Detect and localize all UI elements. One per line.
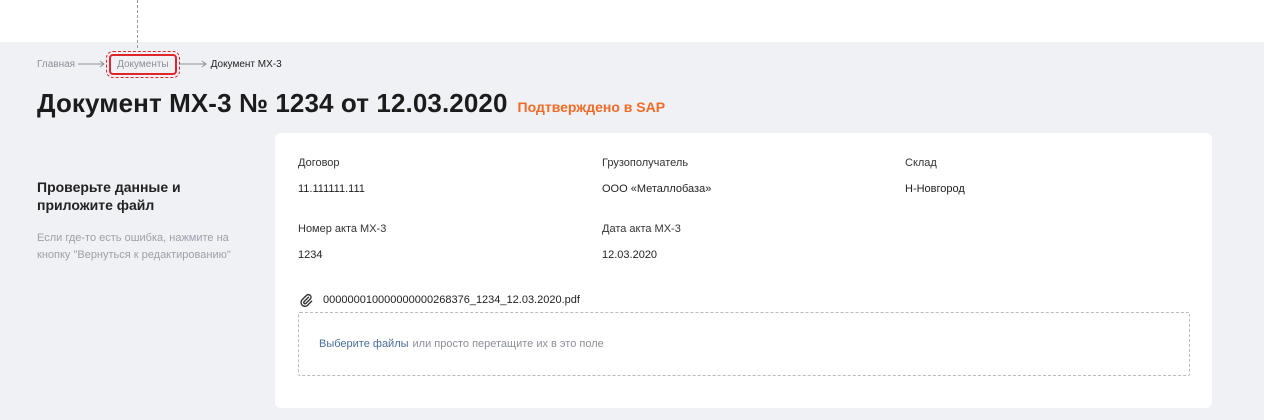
paperclip-icon xyxy=(300,293,313,307)
attached-file-name[interactable]: 000000010000000000268376_1234_12.03.2020… xyxy=(323,294,580,306)
file-dropzone[interactable]: Выберите файлы или просто перетащите их … xyxy=(298,312,1190,376)
field-value: Н-Новгород xyxy=(905,183,965,195)
field-value: 1234 xyxy=(298,249,323,261)
field-label: Грузополучатель xyxy=(602,157,689,169)
breadcrumb: Главная Документы Документ МХ-3 xyxy=(37,50,282,78)
field-label: Дата акта МХ-3 xyxy=(602,223,681,235)
arrow-right-icon xyxy=(77,59,107,69)
page-title: Документ МХ-3 № 1234 от 12.03.2020 xyxy=(37,88,508,118)
document-card: Договор 11.111111.111 Грузополучатель ОО… xyxy=(275,133,1212,408)
instructions-heading: Проверьте данные и приложите файл xyxy=(37,179,181,213)
breadcrumb-home[interactable]: Главная xyxy=(37,59,75,70)
breadcrumb-current: Документ МХ-3 xyxy=(210,58,282,70)
guide-line xyxy=(137,0,138,48)
field-act-date: Дата акта МХ-3 12.03.2020 xyxy=(602,223,681,261)
breadcrumb-documents[interactable]: Документы xyxy=(106,50,180,78)
choose-files-link[interactable]: Выберите файлы xyxy=(319,338,409,350)
title-row: Документ МХ-3 № 1234 от 12.03.2020 Подтв… xyxy=(37,88,665,119)
field-label: Номер акта МХ-3 xyxy=(298,223,387,235)
attached-file[interactable]: 000000010000000000268376_1234_12.03.2020… xyxy=(299,293,580,307)
field-label: Склад xyxy=(905,157,937,169)
field-act-number: Номер акта МХ-3 1234 xyxy=(298,223,386,261)
field-consignee: Грузополучатель ООО «Металлобаза» xyxy=(602,157,711,195)
arrow-right-icon xyxy=(179,59,209,69)
instructions: Проверьте данные и приложите файл Если г… xyxy=(37,178,257,264)
status-badge: Подтверждено в SAP xyxy=(517,99,666,115)
field-value: 12.03.2020 xyxy=(602,249,658,261)
field-warehouse: Склад Н-Новгород xyxy=(905,157,965,195)
dropzone-hint: или просто перетащите их в это поле xyxy=(412,338,604,350)
top-bar xyxy=(0,0,1264,42)
field-value: 11.111111.111 xyxy=(298,183,365,195)
instructions-hint: Если где-то есть ошибка, нажмите на кноп… xyxy=(37,232,231,261)
field-value: ООО «Металлобаза» xyxy=(602,183,712,195)
field-contract: Договор 11.111111.111 xyxy=(298,157,365,195)
field-label: Договор xyxy=(298,157,340,169)
